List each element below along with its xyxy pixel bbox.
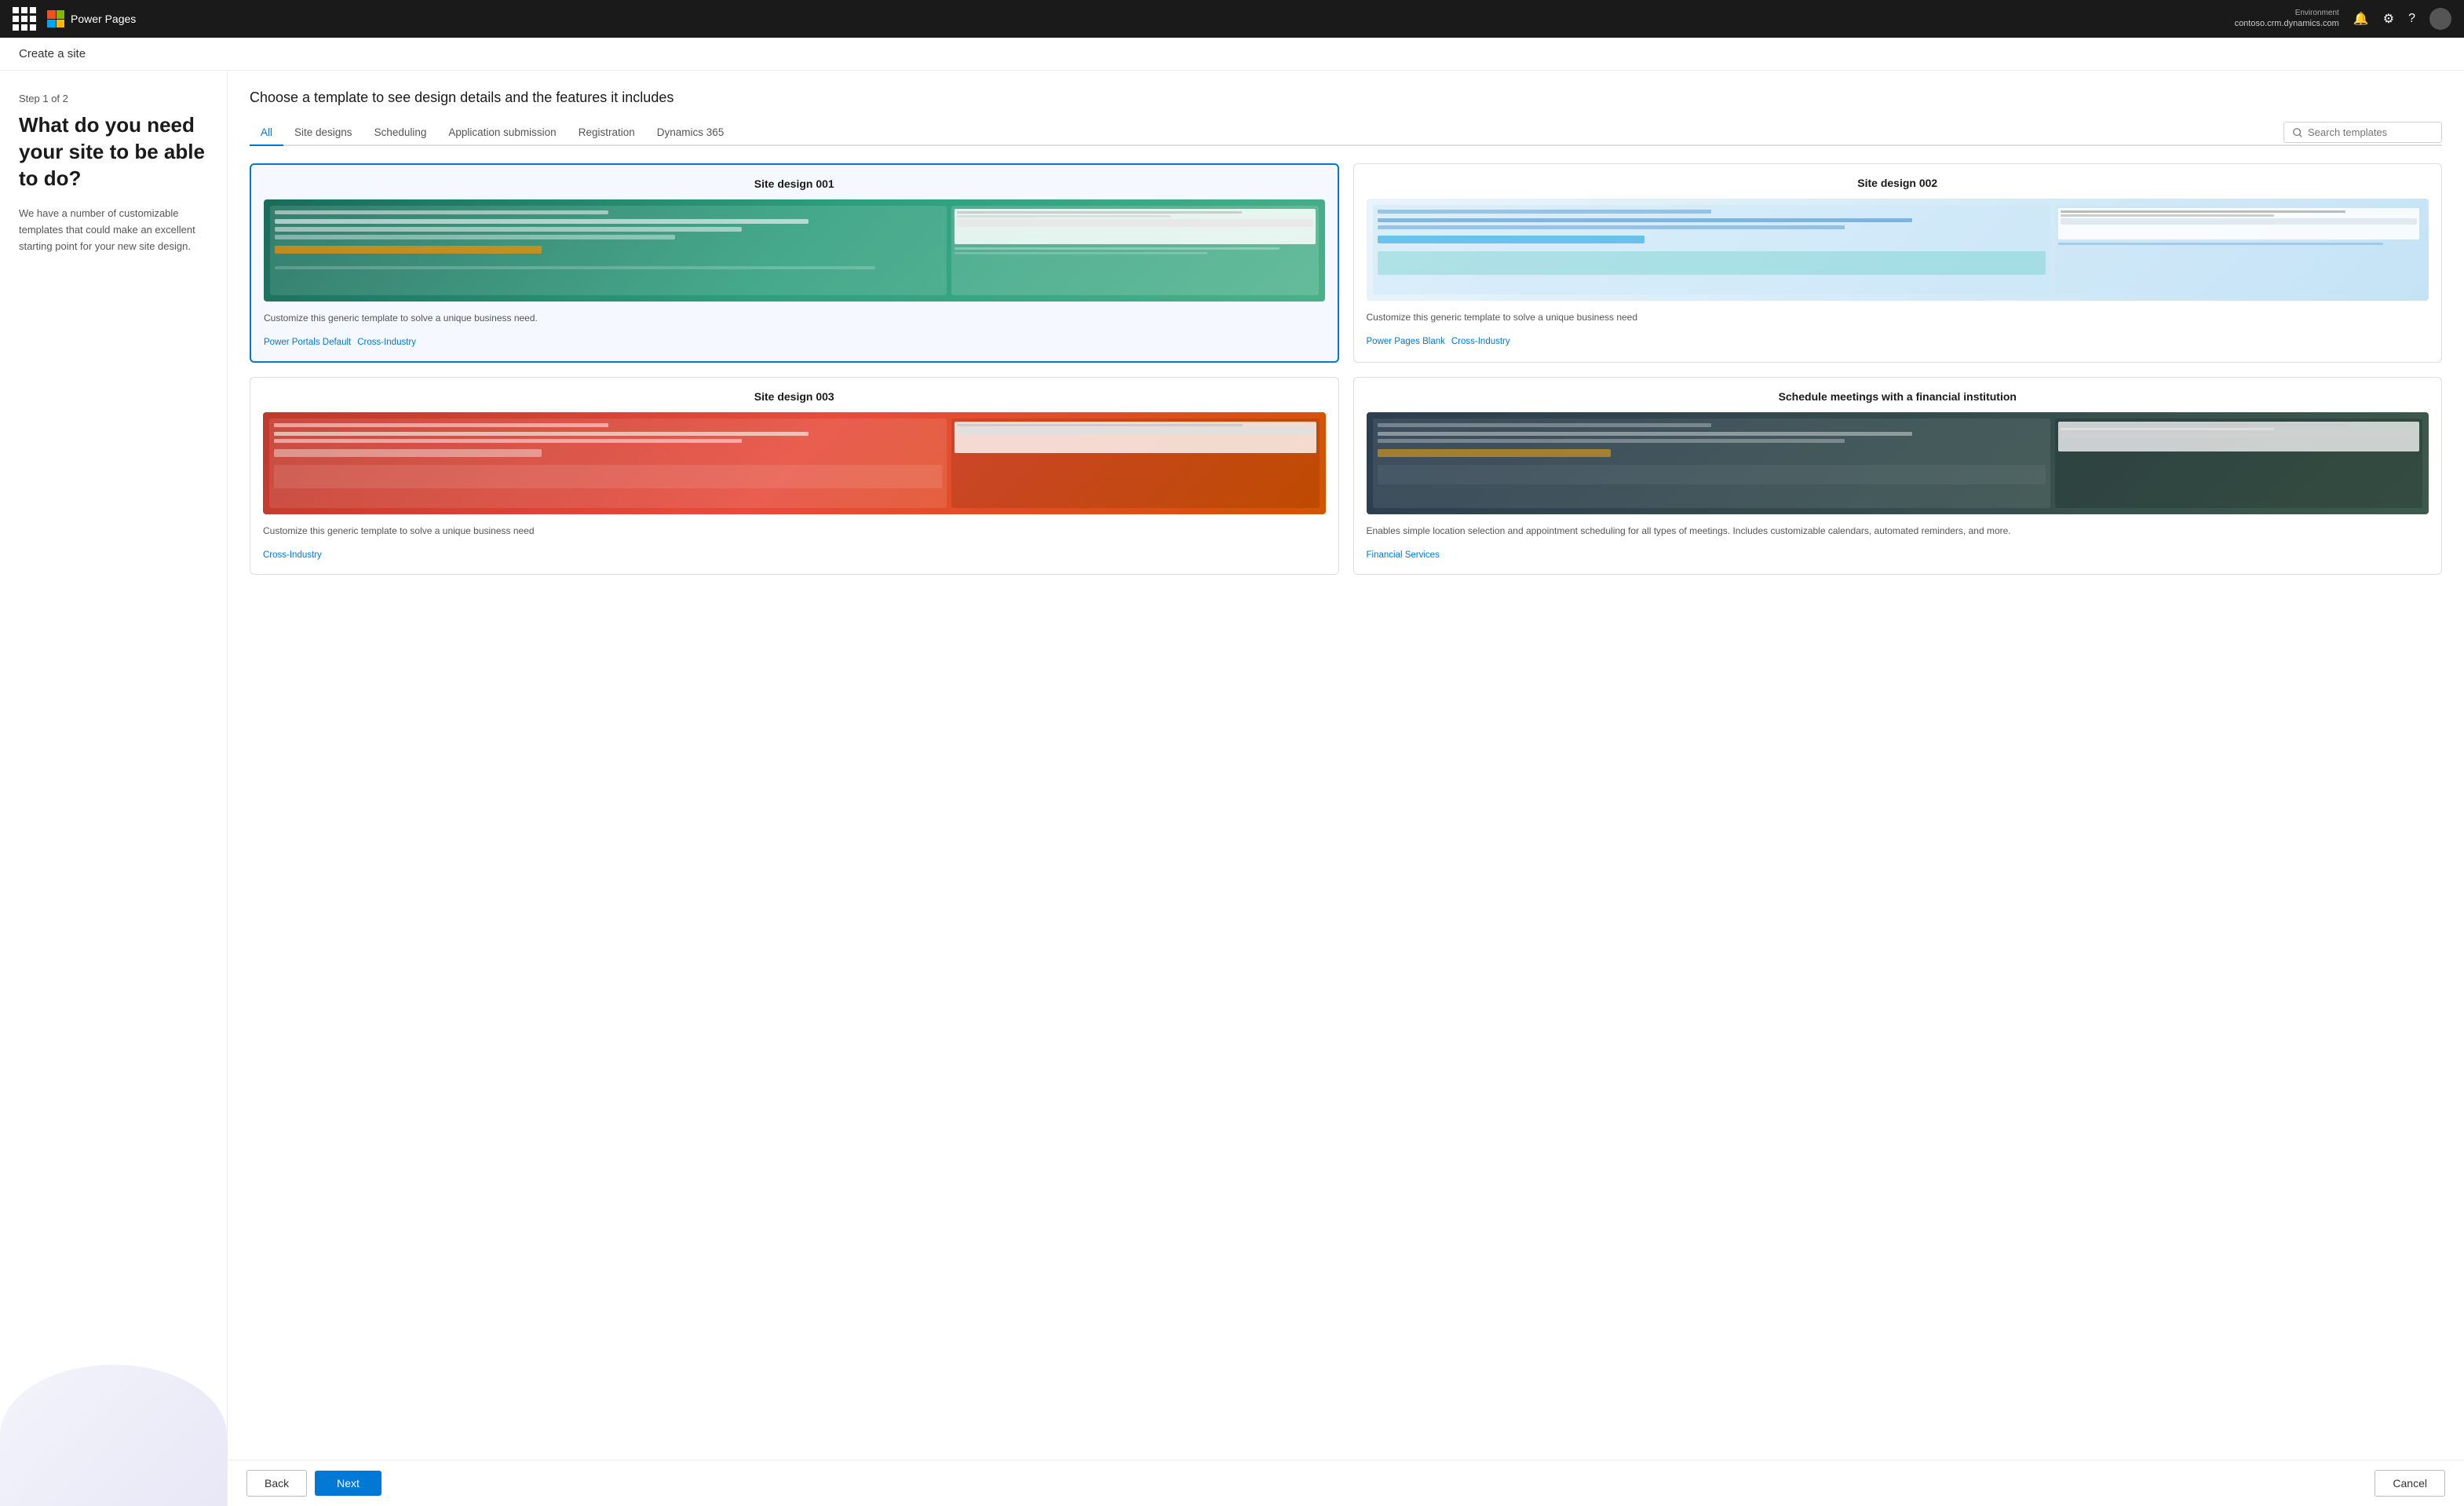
tab-scheduling[interactable]: Scheduling	[363, 120, 438, 146]
template-preview-site-001	[264, 199, 1325, 302]
template-card-site-001[interactable]: Site design 001	[250, 163, 1339, 363]
search-icon	[2292, 127, 2303, 138]
env-label: Environment	[2295, 8, 2339, 18]
content-area: Choose a template to see design details …	[228, 71, 2464, 1506]
content-inner: Choose a template to see design details …	[228, 71, 2464, 1460]
tag-cross-industry-003[interactable]: Cross-Industry	[263, 549, 322, 561]
main-layout: Step 1 of 2 What do you need your site t…	[0, 71, 2464, 1506]
template-preview-schedule-meetings	[1367, 412, 2429, 514]
page-title: Create a site	[19, 47, 86, 60]
template-card-schedule-meetings[interactable]: Schedule meetings with a financial insti…	[1353, 377, 2443, 575]
content-heading: Choose a template to see design details …	[250, 90, 2442, 106]
env-value: contoso.crm.dynamics.com	[2235, 18, 2339, 29]
waffle-menu[interactable]	[13, 7, 36, 31]
settings-icon[interactable]: ⚙	[2383, 11, 2394, 27]
tag-financial-services[interactable]: Financial Services	[1367, 549, 1440, 561]
search-box[interactable]	[2283, 122, 2442, 143]
sidebar-decoration	[0, 1365, 227, 1506]
template-preview-site-003	[263, 412, 1326, 514]
template-tags-site-002: Power Pages Blank Cross-Industry	[1367, 335, 2429, 348]
template-desc-schedule-meetings: Enables simple location selection and ap…	[1367, 524, 2429, 538]
template-title-site-003: Site design 003	[263, 390, 1326, 403]
tab-registration[interactable]: Registration	[568, 120, 646, 146]
template-desc-site-001: Customize this generic template to solve…	[264, 311, 1325, 325]
template-tags-site-003: Cross-Industry	[263, 549, 1326, 561]
tab-all[interactable]: All	[250, 120, 283, 146]
back-button[interactable]: Back	[246, 1470, 307, 1497]
template-desc-site-003: Customize this generic template to solve…	[263, 524, 1326, 538]
bell-icon[interactable]: 🔔	[2353, 11, 2369, 27]
step-indicator: Step 1 of 2	[19, 93, 208, 104]
sidebar-description: We have a number of customizable templat…	[19, 206, 208, 254]
sidebar-heading: What do you need your site to be able to…	[19, 112, 208, 192]
bottom-bar: Back Next Cancel	[228, 1460, 2464, 1506]
tag-power-portals-default[interactable]: Power Portals Default	[264, 336, 351, 349]
next-button[interactable]: Next	[315, 1471, 381, 1496]
template-preview-site-002	[1367, 199, 2429, 301]
topnav-right: Environment contoso.crm.dynamics.com 🔔 ⚙…	[2235, 8, 2451, 30]
environment-info: Environment contoso.crm.dynamics.com	[2235, 8, 2339, 29]
help-icon[interactable]: ?	[2408, 12, 2415, 26]
tag-cross-industry-001[interactable]: Cross-Industry	[357, 336, 416, 349]
template-tabs: All Site designs Scheduling Application …	[250, 120, 2442, 146]
search-input[interactable]	[2308, 126, 2433, 138]
microsoft-logo: Power Pages	[47, 10, 136, 27]
template-title-site-002: Site design 002	[1367, 177, 2429, 189]
app-name: Power Pages	[71, 13, 136, 25]
sidebar: Step 1 of 2 What do you need your site t…	[0, 71, 228, 1506]
tab-application-submission[interactable]: Application submission	[437, 120, 567, 146]
template-card-site-003[interactable]: Site design 003	[250, 377, 1339, 575]
tab-site-designs[interactable]: Site designs	[283, 120, 363, 146]
tag-cross-industry-002[interactable]: Cross-Industry	[1451, 335, 1510, 348]
page-header: Create a site	[0, 38, 2464, 71]
template-tags-schedule-meetings: Financial Services	[1367, 549, 2429, 561]
topnav: Power Pages Environment contoso.crm.dyna…	[0, 0, 2464, 38]
template-title-schedule-meetings: Schedule meetings with a financial insti…	[1367, 390, 2429, 403]
template-tags-site-001: Power Portals Default Cross-Industry	[264, 336, 1325, 349]
cancel-button[interactable]: Cancel	[2375, 1470, 2445, 1497]
template-card-site-002[interactable]: Site design 002	[1353, 163, 2443, 363]
tab-dynamics-365[interactable]: Dynamics 365	[646, 120, 736, 146]
template-title-site-001: Site design 001	[264, 177, 1325, 190]
template-desc-site-002: Customize this generic template to solve…	[1367, 310, 2429, 324]
templates-grid: Site design 001	[250, 163, 2442, 575]
user-avatar[interactable]	[2429, 8, 2451, 30]
tag-power-pages-blank[interactable]: Power Pages Blank	[1367, 335, 1445, 348]
